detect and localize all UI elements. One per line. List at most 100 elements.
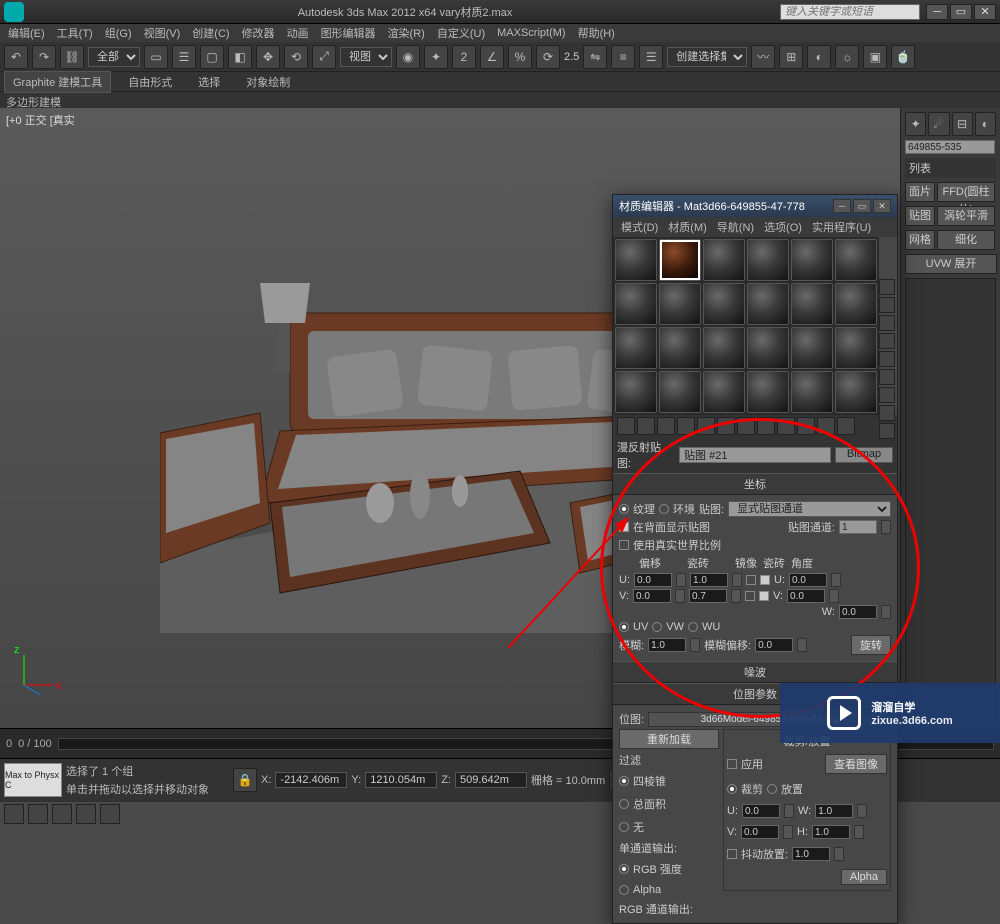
crop-u-spinner[interactable] — [742, 804, 780, 818]
menu-group[interactable]: 组(G) — [99, 25, 138, 41]
spinner-snap-icon[interactable]: ⟳ — [536, 45, 560, 69]
ref-coord-dropdown[interactable]: 视图 — [340, 47, 392, 67]
menu-tools[interactable]: 工具(T) — [51, 25, 99, 41]
goto-start-icon[interactable] — [4, 804, 24, 824]
show-map-icon[interactable] — [777, 417, 795, 435]
move-icon[interactable]: ✥ — [256, 45, 280, 69]
mat-slot[interactable] — [835, 371, 877, 413]
maximize-icon[interactable]: ▭ — [950, 4, 972, 20]
alpha-radio[interactable] — [619, 885, 629, 895]
menu-modifiers[interactable]: 修改器 — [236, 25, 281, 41]
mat-menu-util[interactable]: 实用程序(U) — [808, 219, 875, 235]
blur-spinner[interactable] — [648, 638, 686, 652]
turbosmooth-button[interactable]: 涡轮平滑 — [937, 206, 995, 226]
mat-slot[interactable] — [791, 283, 833, 325]
none-radio[interactable] — [619, 822, 629, 832]
menu-render[interactable]: 渲染(R) — [382, 25, 431, 41]
select-icon[interactable]: ▭ — [144, 45, 168, 69]
wu-radio[interactable] — [688, 622, 698, 632]
crop-radio[interactable] — [727, 784, 737, 794]
mat-slot[interactable] — [659, 327, 701, 369]
mapping-dropdown[interactable]: 显式贴图通道 — [728, 501, 891, 517]
u-tile-check[interactable] — [760, 575, 770, 585]
minimize-icon[interactable]: ─ — [926, 4, 948, 20]
mat-close-icon[interactable]: ✕ — [873, 199, 891, 213]
assign-icon[interactable] — [657, 417, 675, 435]
manip-icon[interactable]: ✦ — [424, 45, 448, 69]
mat-slot[interactable] — [615, 327, 657, 369]
material-editor-icon[interactable]: ◐ — [807, 45, 831, 69]
w-angle-spinner[interactable] — [839, 605, 877, 619]
mat-slot[interactable] — [791, 371, 833, 413]
mat-slot[interactable] — [703, 371, 745, 413]
material-type-button[interactable]: Bitmap — [835, 447, 893, 463]
tab-create-icon[interactable]: ✦ — [905, 112, 926, 136]
put-library-icon[interactable] — [737, 417, 755, 435]
ribbon-tab-graphite[interactable]: Graphite 建模工具 — [4, 71, 111, 93]
ribbon-tab-paint[interactable]: 对象绘制 — [237, 71, 299, 93]
rgb-intensity-radio[interactable] — [619, 864, 629, 874]
make-copy-icon[interactable] — [697, 417, 715, 435]
v-offset-spinner[interactable] — [633, 589, 671, 603]
selection-filter[interactable]: 全部 — [88, 47, 140, 67]
goto-end-icon[interactable] — [100, 804, 120, 824]
tab-motion-icon[interactable]: ◐ — [975, 112, 996, 136]
menu-maxscript[interactable]: MAXScript(M) — [491, 27, 571, 39]
material-name-input[interactable] — [679, 447, 831, 463]
rotate-icon[interactable]: ⟲ — [284, 45, 308, 69]
mat-id-icon[interactable] — [757, 417, 775, 435]
z-coord-input[interactable] — [455, 772, 527, 788]
lock-selection-icon[interactable]: 🔒 — [233, 768, 257, 792]
apply-check[interactable] — [727, 759, 737, 769]
menu-help[interactable]: 帮助(H) — [572, 25, 621, 41]
mat-slot[interactable] — [791, 327, 833, 369]
maxscript-listener-button[interactable]: Max to Physx C — [4, 763, 62, 797]
uvw-unwrap-button[interactable]: UVW 展开 — [905, 254, 997, 274]
select-by-mat-icon[interactable] — [879, 405, 895, 421]
mirror-icon[interactable]: ⇋ — [583, 45, 607, 69]
x-coord-input[interactable] — [275, 772, 347, 788]
mat-editor-titlebar[interactable]: 材质编辑器 - Mat3d66-649855-47-778 ─ ▭ ✕ — [613, 195, 897, 217]
crop-w-spinner[interactable] — [815, 804, 853, 818]
u-angle-spinner[interactable] — [789, 573, 827, 587]
map-channel-spinner[interactable] — [839, 520, 877, 534]
menu-views[interactable]: 视图(V) — [138, 25, 187, 41]
uv-radio[interactable] — [619, 622, 629, 632]
v-tiling-spinner[interactable] — [689, 589, 727, 603]
jitter-check[interactable] — [727, 849, 737, 859]
window-cross-icon[interactable]: ◧ — [228, 45, 252, 69]
object-name-input[interactable] — [905, 140, 995, 154]
options-icon[interactable] — [879, 387, 895, 403]
real-world-check[interactable] — [619, 540, 629, 550]
mat-slot[interactable] — [835, 239, 877, 281]
modifier-stack[interactable] — [905, 278, 996, 724]
prev-frame-icon[interactable] — [28, 804, 48, 824]
mat-slot[interactable] — [703, 283, 745, 325]
link-icon[interactable]: ⛓ — [60, 45, 84, 69]
pyramidal-radio[interactable] — [619, 776, 629, 786]
go-parent-icon[interactable] — [817, 417, 835, 435]
video-check-icon[interactable] — [879, 351, 895, 367]
mat-slot[interactable] — [615, 239, 657, 281]
mat-slot[interactable] — [835, 283, 877, 325]
summed-radio[interactable] — [619, 799, 629, 809]
render-icon[interactable]: 🍵 — [891, 45, 915, 69]
mat-slot[interactable] — [747, 371, 789, 413]
environ-radio[interactable] — [659, 504, 669, 514]
tessellate-button[interactable]: 细化 — [937, 230, 995, 250]
menu-customize[interactable]: 自定义(U) — [431, 25, 491, 41]
mat-menu-modes[interactable]: 模式(D) — [617, 219, 662, 235]
render-setup-icon[interactable]: ☼ — [835, 45, 859, 69]
v-angle-spinner[interactable] — [787, 589, 825, 603]
texture-radio[interactable] — [619, 504, 629, 514]
mat-slot[interactable] — [659, 283, 701, 325]
align-icon[interactable]: ≡ — [611, 45, 635, 69]
preview-icon[interactable] — [879, 369, 895, 385]
uv-tiling-icon[interactable] — [879, 333, 895, 349]
view-image-button[interactable]: 查看图像 — [825, 754, 887, 774]
get-material-icon[interactable] — [617, 417, 635, 435]
tab-hierarchy-icon[interactable]: ⊟ — [952, 112, 973, 136]
mat-slot-selected[interactable] — [659, 239, 701, 281]
snap-angle-icon[interactable]: ∠ — [480, 45, 504, 69]
crop-h-spinner[interactable] — [812, 825, 850, 839]
